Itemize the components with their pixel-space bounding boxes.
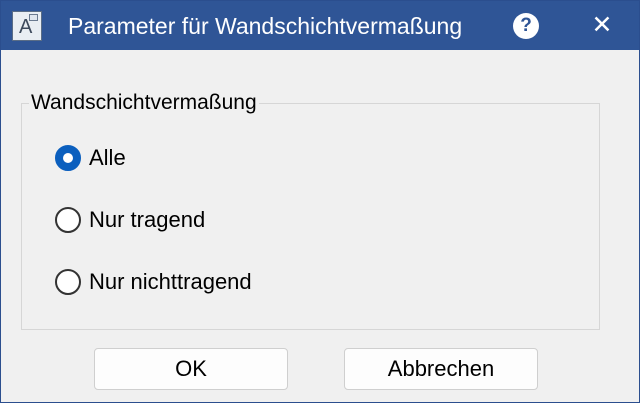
app-icon-badge (29, 14, 38, 21)
radio-option-alle[interactable]: Alle (55, 143, 126, 173)
help-icon[interactable]: ? (513, 13, 539, 39)
radio-button-nur-nichttragend[interactable] (55, 269, 81, 295)
radio-label-nur-tragend[interactable]: Nur tragend (89, 207, 205, 233)
radio-button-nur-tragend[interactable] (55, 207, 81, 233)
dialog-window: A Parameter für Wandschichtvermaßung ? ✕… (0, 0, 640, 403)
radio-option-nur-tragend[interactable]: Nur tragend (55, 205, 205, 235)
app-icon: A (12, 11, 42, 41)
title-bar[interactable]: A Parameter für Wandschichtvermaßung ? ✕ (1, 1, 639, 50)
ok-button[interactable]: OK (94, 348, 288, 390)
close-icon[interactable]: ✕ (587, 9, 617, 41)
cancel-button[interactable]: Abbrechen (344, 348, 538, 390)
window-title: Parameter für Wandschichtvermaßung (68, 13, 463, 39)
radio-label-alle[interactable]: Alle (89, 145, 126, 171)
radio-option-nur-nichttragend[interactable]: Nur nichttragend (55, 267, 252, 297)
radio-label-nur-nichttragend[interactable]: Nur nichttragend (89, 269, 252, 295)
radio-button-alle[interactable] (55, 145, 81, 171)
group-label: Wandschichtvermaßung (29, 90, 259, 115)
